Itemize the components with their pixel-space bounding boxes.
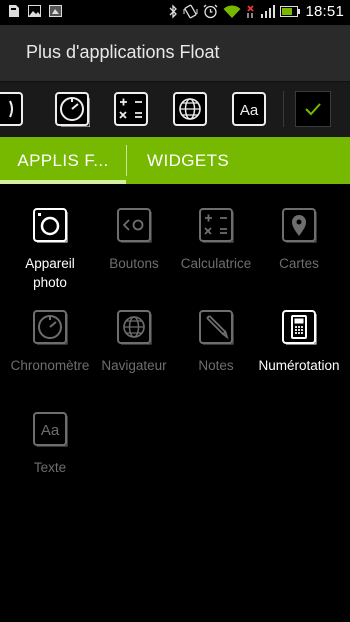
- text-icon[interactable]: Aa: [231, 91, 267, 127]
- tray-divider: [283, 91, 284, 127]
- buttons-icon: [117, 208, 152, 243]
- checkmark-icon: [305, 103, 321, 116]
- signal-icon: [261, 5, 276, 18]
- confirm-button[interactable]: [295, 91, 331, 127]
- app-label: Calculatrice: [180, 256, 252, 271]
- globe-icon: [117, 310, 152, 345]
- status-bar: 18:51: [0, 0, 350, 25]
- bluetooth-icon: [169, 4, 178, 19]
- stopwatch-icon[interactable]: [54, 91, 90, 127]
- pencil-icon: [199, 310, 234, 345]
- wifi-icon: [223, 5, 241, 18]
- app-label: Numérotation: [258, 358, 340, 373]
- app-label: Cartes: [279, 256, 319, 271]
- app-label: Chronomètre: [10, 358, 90, 373]
- partial-app-icon[interactable]: [0, 91, 32, 127]
- tab-bar: APPLIS F... WIDGETS: [0, 137, 350, 184]
- app-label: Texte: [33, 460, 67, 475]
- active-tab-indicator: [0, 180, 126, 184]
- sd-card-icon: [9, 5, 19, 17]
- battery-icon: [280, 6, 301, 17]
- no-signal-icon: [247, 5, 255, 18]
- title-bar: Plus d'applications Float: [0, 25, 350, 81]
- vibrate-icon: [183, 4, 198, 19]
- tab-widgets[interactable]: WIDGETS: [128, 137, 350, 184]
- svg-text:Aa: Aa: [240, 102, 259, 119]
- camera-icon: [33, 208, 68, 243]
- float-tray: Aa: [0, 81, 350, 138]
- status-time: 18:51: [305, 3, 344, 20]
- calculator-icon[interactable]: [113, 91, 149, 127]
- tab-float-apps[interactable]: APPLIS F...: [0, 137, 126, 184]
- app-label: Appareil photo: [25, 256, 75, 290]
- calculator-icon: [199, 208, 234, 243]
- alarm-icon: [203, 4, 218, 19]
- svg-text:Aa: Aa: [41, 422, 60, 439]
- map-pin-icon: [282, 208, 317, 243]
- globe-icon[interactable]: [172, 91, 208, 127]
- tab-separator: [126, 145, 127, 176]
- gallery-icon: [28, 5, 41, 17]
- notification-icon: [49, 5, 62, 17]
- stopwatch-icon: [33, 310, 68, 345]
- dialer-icon: [282, 310, 317, 345]
- page-title: Plus d'applications Float: [26, 42, 220, 62]
- app-label: Notes: [198, 358, 234, 373]
- text-icon: Aa: [33, 412, 68, 447]
